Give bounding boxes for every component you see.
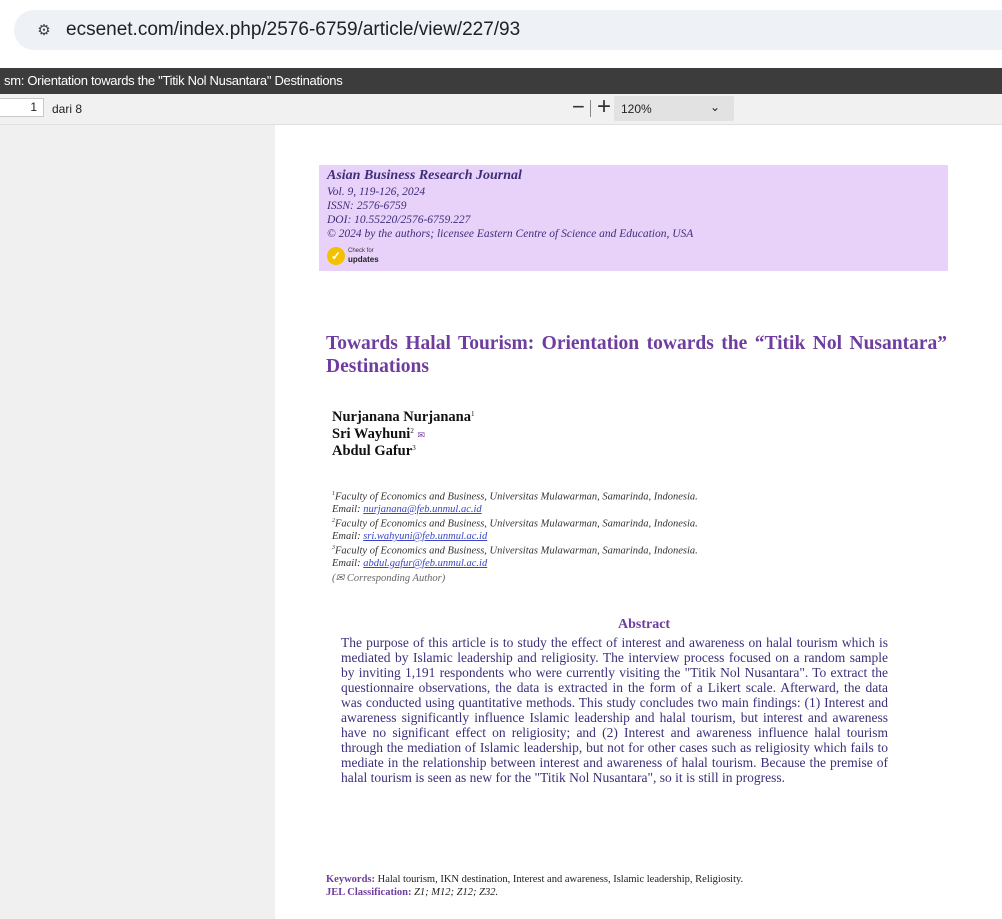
zoom-divider xyxy=(590,100,591,117)
pdf-title-bar: sm: Orientation towards the "Titik Nol N… xyxy=(0,68,1002,94)
email-link[interactable]: sri.wahyuni@feb.unmul.ac.id xyxy=(363,531,487,542)
author-name: Abdul Gafur xyxy=(332,443,413,459)
email-link[interactable]: abdul.gafur@feb.unmul.ac.id xyxy=(363,558,487,569)
tune-icon[interactable]: ⚙ xyxy=(34,20,54,40)
pdf-toolbar: 1 dari 8 − + 120% ⌄ xyxy=(0,94,1002,125)
keywords-text: Halal tourism, IKN destination, Interest… xyxy=(377,874,744,885)
journal-license: © 2024 by the authors; licensee Eastern … xyxy=(327,228,694,240)
email-line-3: Email: abdul.gafur@feb.unmul.ac.id xyxy=(332,558,488,569)
journal-volume: Vol. 9, 119-126, 2024 xyxy=(327,186,426,198)
zoom-select[interactable]: 120% ⌄ xyxy=(614,96,734,121)
address-bar[interactable]: ⚙ ecsenet.com/index.php/2576-6759/articl… xyxy=(14,10,1002,50)
keywords-label: Keywords: xyxy=(326,874,378,885)
author-2: Sri Wayhuni2 ✉ xyxy=(332,426,425,443)
keywords-line: Keywords: Halal tourism, IKN destination… xyxy=(326,874,743,885)
affiliation-1: 1Faculty of Economics and Business, Univ… xyxy=(332,491,698,503)
affiliation-2: 2Faculty of Economics and Business, Univ… xyxy=(332,518,698,530)
email-line-1: Email: nurjanana@feb.unmul.ac.id xyxy=(332,504,482,515)
abstract-text: The purpose of this article is to study … xyxy=(341,635,888,785)
check-updates-line1: Check for xyxy=(348,248,374,254)
abstract-heading: Abstract xyxy=(618,617,671,632)
jel-text: Z1; M12; Z12; Z32. xyxy=(414,887,499,898)
email-link[interactable]: nurjanana@feb.unmul.ac.id xyxy=(363,504,481,515)
jel-line: JEL Classification: Z1; M12; Z12; Z32. xyxy=(326,887,498,898)
journal-name: Asian Business Research Journal xyxy=(327,168,522,183)
page-number-input[interactable]: 1 xyxy=(0,98,44,117)
url-text[interactable]: ecsenet.com/index.php/2576-6759/article/… xyxy=(66,19,520,41)
author-name: Sri Wayhuni xyxy=(332,426,411,442)
corresponding-author-note: (✉ Corresponding Author) xyxy=(332,573,446,584)
thumbnail-sidebar[interactable] xyxy=(0,125,275,919)
zoom-in-button[interactable]: + xyxy=(597,95,611,119)
jel-label: JEL Classification: xyxy=(326,887,415,898)
author-name: Nurjanana Nurjanana xyxy=(332,409,471,425)
author-sup: 1 xyxy=(470,410,475,418)
author-3: Abdul Gafur3 xyxy=(332,443,416,460)
check-icon: ✓ xyxy=(327,247,345,265)
author-1: Nurjanana Nurjanana1 xyxy=(332,409,474,426)
zoom-out-button[interactable]: − xyxy=(572,96,585,118)
journal-doi: DOI: 10.55220/2576-6759.227 xyxy=(327,214,471,226)
page-total-label: dari 8 xyxy=(52,102,83,116)
journal-issn: ISSN: 2576-6759 xyxy=(327,200,407,212)
journal-header-box: Asian Business Research Journal Vol. 9, … xyxy=(319,165,948,271)
check-updates-line2: updates xyxy=(348,255,379,264)
envelope-icon: ✉ xyxy=(417,430,425,440)
chevron-down-icon: ⌄ xyxy=(709,100,720,114)
email-line-2: Email: sri.wahyuni@feb.unmul.ac.id xyxy=(332,531,488,542)
address-bar-area: ⚙ ecsenet.com/index.php/2576-6759/articl… xyxy=(0,0,1002,62)
affiliation-3: 3Faculty of Economics and Business, Univ… xyxy=(332,545,698,557)
author-sup: 3 xyxy=(412,444,416,452)
zoom-value: 120% xyxy=(621,102,652,116)
author-sup: 2 xyxy=(410,427,414,435)
article-title: Towards Halal Tourism: Orientation towar… xyxy=(326,333,947,377)
pdf-page: Asian Business Research Journal Vol. 9, … xyxy=(275,125,1002,919)
pdf-title: sm: Orientation towards the "Titik Nol N… xyxy=(4,73,343,88)
